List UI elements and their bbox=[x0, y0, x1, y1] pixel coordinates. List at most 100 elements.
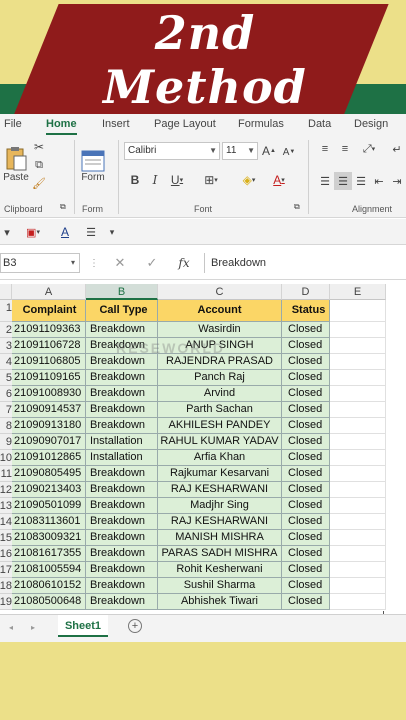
table-header-cell[interactable]: Complaint bbox=[12, 300, 86, 322]
text-style-icon[interactable]: A bbox=[56, 224, 74, 240]
grow-font-icon[interactable]: A ▲ bbox=[262, 142, 276, 160]
bullets-icon[interactable]: ☰ bbox=[82, 224, 100, 240]
table-header-cell[interactable]: Account bbox=[158, 300, 282, 322]
align-top-icon[interactable]: ≡ bbox=[316, 142, 334, 156]
row-header[interactable]: 2 bbox=[0, 322, 12, 338]
table-cell[interactable] bbox=[330, 578, 386, 594]
table-cell[interactable]: Rajkumar Kesarvani bbox=[158, 466, 282, 482]
table-cell[interactable]: Closed bbox=[282, 514, 330, 530]
increase-indent-icon[interactable]: ⇥ bbox=[388, 172, 406, 190]
table-cell[interactable]: Closed bbox=[282, 386, 330, 402]
table-cell[interactable]: Closed bbox=[282, 450, 330, 466]
dialog-launcher-icon[interactable]: ⧉ bbox=[60, 202, 66, 212]
align-center-icon[interactable]: ☰ bbox=[334, 172, 352, 190]
column-header-e[interactable]: E bbox=[330, 284, 386, 300]
table-cell[interactable]: Abhishek Tiwari bbox=[158, 594, 282, 610]
table-cell[interactable] bbox=[330, 450, 386, 466]
table-header-cell[interactable]: Status bbox=[282, 300, 330, 322]
tab-design[interactable]: Design bbox=[354, 118, 388, 130]
sheet-tab-sheet1[interactable]: Sheet1 bbox=[58, 615, 108, 637]
add-sheet-icon[interactable]: + bbox=[128, 619, 142, 633]
row-header[interactable]: 14 bbox=[0, 514, 12, 530]
table-cell[interactable]: 21090913180 bbox=[12, 418, 86, 434]
table-cell[interactable]: 21090501099 bbox=[12, 498, 86, 514]
table-cell[interactable] bbox=[330, 466, 386, 482]
table-cell[interactable] bbox=[330, 354, 386, 370]
table-cell[interactable]: Breakdown bbox=[86, 354, 158, 370]
row-header[interactable]: 19 bbox=[0, 594, 12, 610]
table-cell[interactable]: Madjhr Sing bbox=[158, 498, 282, 514]
align-right-icon[interactable]: ☰ bbox=[352, 172, 370, 190]
table-cell[interactable]: Parth Sachan bbox=[158, 402, 282, 418]
insert-function-icon[interactable]: fx bbox=[176, 255, 192, 271]
column-header-a[interactable]: A bbox=[12, 284, 86, 300]
table-cell[interactable]: Sushil Sharma bbox=[158, 578, 282, 594]
row-header[interactable]: 18 bbox=[0, 578, 12, 594]
table-cell[interactable]: Breakdown bbox=[86, 402, 158, 418]
column-header-d[interactable]: D bbox=[282, 284, 330, 300]
table-cell[interactable]: Installation bbox=[86, 434, 158, 450]
table-cell[interactable]: Breakdown bbox=[86, 546, 158, 562]
wrap-text-icon[interactable]: ↵ bbox=[388, 142, 406, 156]
cancel-icon[interactable]: ✕ bbox=[112, 255, 128, 271]
table-cell[interactable]: 21091109363 bbox=[12, 322, 86, 338]
table-header-cell[interactable]: Call Type bbox=[86, 300, 158, 322]
table-cell[interactable]: Arvind bbox=[158, 386, 282, 402]
quick-access-icon[interactable]: ▾ bbox=[0, 224, 14, 240]
table-cell[interactable]: Breakdown bbox=[86, 370, 158, 386]
table-cell[interactable] bbox=[330, 370, 386, 386]
table-cell[interactable]: RAHUL KUMAR YADAV bbox=[158, 434, 282, 450]
table-cell[interactable]: RAJ KESHARWANI bbox=[158, 482, 282, 498]
table-cell[interactable]: 21091106728 bbox=[12, 338, 86, 354]
table-cell[interactable]: RAJENDRA PRASAD bbox=[158, 354, 282, 370]
table-cell[interactable]: 21091012865 bbox=[12, 450, 86, 466]
table-cell[interactable] bbox=[330, 418, 386, 434]
enter-icon[interactable]: ✓ bbox=[144, 255, 160, 271]
table-cell[interactable]: Breakdown bbox=[86, 594, 158, 610]
table-cell[interactable] bbox=[330, 338, 386, 354]
table-cell[interactable]: Breakdown bbox=[86, 562, 158, 578]
tab-insert[interactable]: Insert bbox=[102, 118, 130, 130]
format-painter-icon[interactable]: 🖌 bbox=[32, 176, 46, 190]
table-cell[interactable]: Closed bbox=[282, 498, 330, 514]
decrease-indent-icon[interactable]: ⇤ bbox=[370, 172, 388, 190]
font-name-dropdown[interactable]: Calibri ▼ bbox=[124, 142, 220, 160]
table-cell[interactable]: Closed bbox=[282, 418, 330, 434]
table-cell[interactable]: 21090907017 bbox=[12, 434, 86, 450]
table-cell[interactable]: Breakdown bbox=[86, 466, 158, 482]
formula-input[interactable]: Breakdown bbox=[204, 253, 406, 273]
table-cell[interactable] bbox=[330, 594, 386, 610]
table-cell[interactable]: Breakdown bbox=[86, 482, 158, 498]
form-button[interactable]: Form bbox=[80, 142, 106, 190]
table-cell[interactable] bbox=[330, 482, 386, 498]
align-left-icon[interactable]: ☰ bbox=[316, 172, 334, 190]
table-cell[interactable]: AKHILESH PANDEY bbox=[158, 418, 282, 434]
row-header[interactable]: 7 bbox=[0, 402, 12, 418]
table-cell[interactable]: Breakdown bbox=[86, 530, 158, 546]
table-cell[interactable]: Closed bbox=[282, 546, 330, 562]
row-header[interactable]: 11 bbox=[0, 466, 12, 482]
customize-toolbar-icon[interactable]: ▾ bbox=[106, 224, 118, 240]
table-cell[interactable] bbox=[330, 514, 386, 530]
row-header[interactable]: 5 bbox=[0, 370, 12, 386]
align-middle-icon[interactable]: ≡ bbox=[336, 142, 354, 156]
table-cell[interactable]: 21081617355 bbox=[12, 546, 86, 562]
table-cell[interactable]: Closed bbox=[282, 322, 330, 338]
shrink-font-icon[interactable]: A ▼ bbox=[282, 144, 296, 160]
table-cell[interactable]: Breakdown bbox=[86, 418, 158, 434]
row-header[interactable]: 15 bbox=[0, 530, 12, 546]
column-header-b[interactable]: B bbox=[86, 284, 158, 300]
table-cell[interactable]: Installation bbox=[86, 450, 158, 466]
table-cell[interactable]: Closed bbox=[282, 338, 330, 354]
bold-icon[interactable]: B bbox=[128, 172, 142, 188]
table-cell[interactable]: Closed bbox=[282, 402, 330, 418]
font-color-icon[interactable]: A ▾ bbox=[268, 172, 290, 188]
table-cell[interactable]: 21090805495 bbox=[12, 466, 86, 482]
row-header[interactable]: 10 bbox=[0, 450, 12, 466]
table-cell[interactable] bbox=[330, 530, 386, 546]
select-all-corner[interactable] bbox=[0, 284, 12, 300]
print-preview-icon[interactable]: ▣ ▾ bbox=[22, 224, 44, 240]
table-cell[interactable]: Closed bbox=[282, 562, 330, 578]
table-cell[interactable] bbox=[330, 546, 386, 562]
table-cell[interactable] bbox=[330, 402, 386, 418]
